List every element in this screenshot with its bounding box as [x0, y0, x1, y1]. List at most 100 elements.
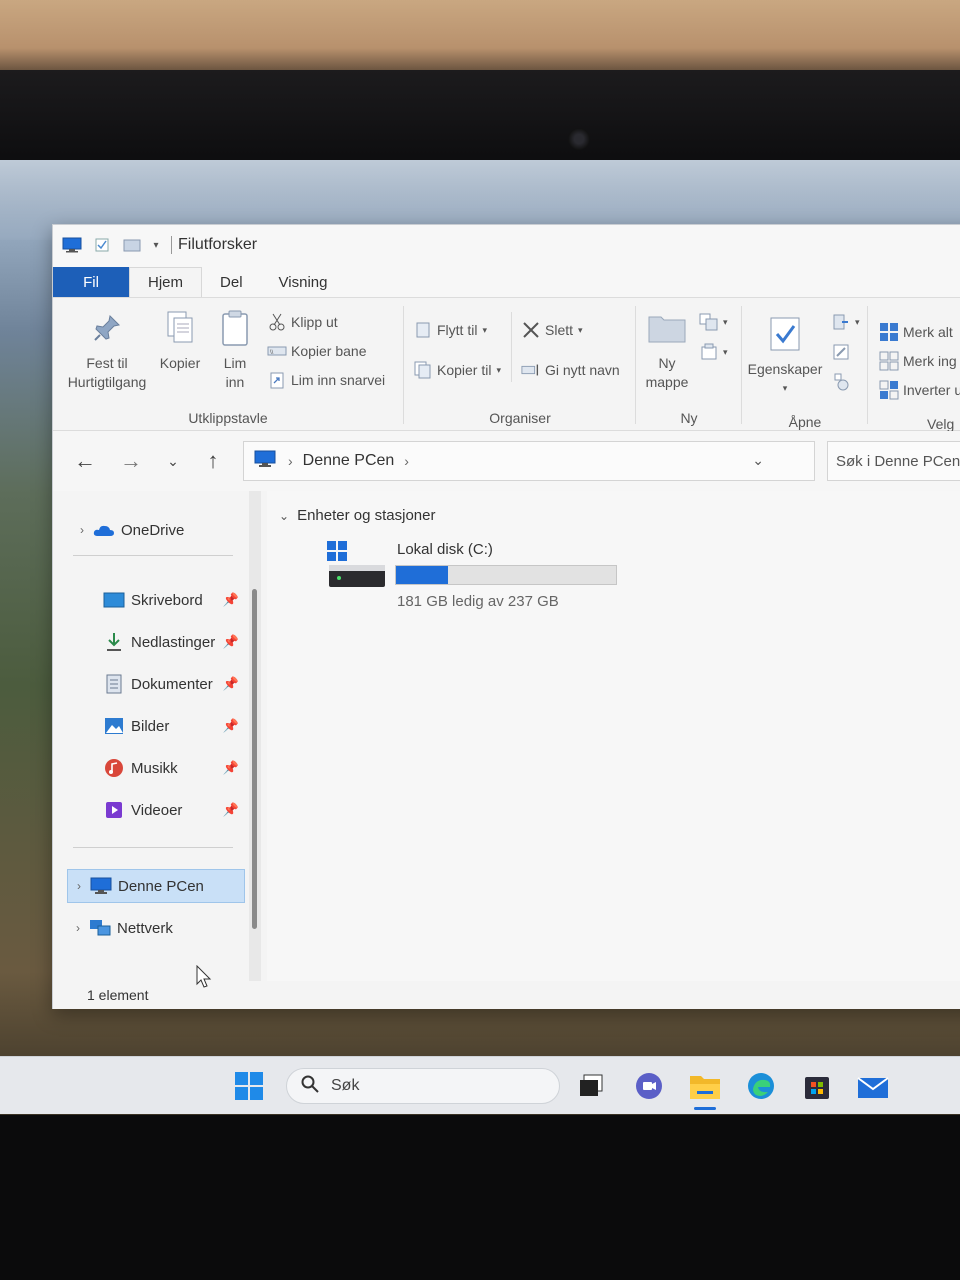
computer-icon[interactable]	[61, 236, 83, 254]
webcam	[568, 128, 590, 150]
copy-path-icon: \\	[267, 341, 287, 361]
paste-shortcut-button[interactable]: Lim inn snarvei	[267, 370, 385, 390]
copy-path-button[interactable]: \\ Kopier bane	[267, 341, 367, 361]
document-icon	[103, 674, 125, 694]
ribbon-separator	[867, 306, 868, 424]
tab-fil[interactable]: Fil	[53, 267, 129, 297]
start-windows-icon[interactable]	[232, 1069, 266, 1103]
delete-button[interactable]: Slett ▾	[521, 320, 583, 340]
edit-button[interactable]	[831, 342, 855, 362]
breadcrumb-chevron-icon[interactable]: ›	[404, 453, 409, 469]
cut-label: Klipp ut	[291, 314, 338, 330]
tab-visning[interactable]: Visning	[261, 267, 346, 297]
expand-chevron-icon[interactable]: ›	[68, 879, 90, 893]
recent-locations-chevron-icon[interactable]: ⌄	[159, 447, 187, 475]
history-button[interactable]	[831, 372, 855, 392]
paste-button[interactable]: Lim inn	[213, 308, 257, 392]
tab-del[interactable]: Del	[202, 267, 261, 297]
copy-to-dropdown-icon: ▾	[496, 364, 501, 375]
pin-icon[interactable]: 📌	[223, 760, 239, 776]
open-button[interactable]: ▾	[831, 312, 860, 332]
delete-label: Slett	[545, 322, 574, 338]
tab-hjem[interactable]: Hjem	[129, 267, 203, 297]
properties-button[interactable]: Egenskaper ▾	[743, 314, 827, 398]
mail-icon[interactable]	[856, 1069, 890, 1103]
copy-path-label: Kopier bane	[291, 343, 367, 359]
forward-arrow-icon[interactable]: →	[117, 447, 145, 475]
ribbon-separator	[741, 306, 742, 424]
rename-label: Gi nytt navn	[545, 362, 620, 378]
pin-to-quick-access-button[interactable]: Fest til Hurtigtilgang	[61, 308, 153, 392]
new-folder-icon	[647, 308, 687, 348]
scissors-icon	[267, 312, 287, 332]
breadcrumb-chevron-icon[interactable]: ›	[288, 453, 293, 469]
ribbon: Fest til Hurtigtilgang Kopier Lim inn Kl…	[53, 297, 960, 432]
sidebar-item-label: Videoer	[131, 801, 183, 819]
select-none-button[interactable]: Merk ing	[879, 351, 957, 371]
collapse-chevron-down-icon[interactable]: ⌄	[279, 509, 289, 523]
open-icon	[831, 312, 851, 332]
sidebar-item-pictures[interactable]: Bilder 📌	[53, 709, 243, 743]
drive-usage-fill	[396, 566, 448, 584]
expand-chevron-icon[interactable]: ›	[67, 921, 89, 935]
teams-chat-icon[interactable]	[632, 1069, 666, 1103]
select-all-button[interactable]: Merk alt	[879, 322, 953, 342]
breadcrumb[interactable]: Denne PCen	[303, 452, 395, 470]
drive-name: Lokal disk (C:)	[397, 541, 493, 558]
copy-label: Kopier	[159, 355, 201, 371]
pictures-icon	[103, 716, 125, 736]
search-input[interactable]: Søk i Denne PCen	[827, 441, 960, 481]
mouse-pointer-icon	[196, 964, 214, 994]
sidebar-item-documents[interactable]: Dokumenter 📌	[53, 667, 243, 701]
scrollbar-thumb[interactable]	[252, 589, 257, 929]
new-folder-quick-icon[interactable]	[121, 236, 143, 254]
back-arrow-icon[interactable]: ←	[71, 447, 99, 475]
sidebar-item-label: OneDrive	[121, 521, 185, 539]
drive-usage-bar	[395, 565, 617, 585]
nav-pane-scrollbar[interactable]	[249, 491, 261, 981]
copy-to-button[interactable]: Kopier til ▾	[413, 360, 501, 380]
drive-item-c[interactable]: Lokal disk (C:) 181 GB ledig av 237 GB	[327, 539, 687, 619]
organize-inner-separator	[511, 312, 512, 382]
address-history-chevron-down-icon[interactable]: ⌄	[752, 452, 764, 469]
move-to-button[interactable]: Flytt til ▾	[413, 320, 487, 340]
background-wall	[0, 0, 960, 80]
pin-icon[interactable]: 📌	[223, 718, 239, 734]
address-bar[interactable]: › Denne PCen › ⌄ ↻	[243, 441, 852, 481]
customize-quick-access-chevron-icon[interactable]: ▾	[151, 236, 161, 254]
copy-button[interactable]: Kopier	[153, 308, 207, 373]
task-view-icon[interactable]	[574, 1069, 608, 1103]
cut-button[interactable]: Klipp ut	[267, 312, 338, 332]
easy-access-button[interactable]: ▾	[699, 342, 728, 362]
select-group-label: Velg	[927, 416, 955, 432]
select-all-icon	[879, 322, 899, 342]
invert-selection-button[interactable]: Inverter u	[879, 380, 960, 400]
sidebar-item-downloads[interactable]: Nedlastinger 📌	[53, 625, 243, 659]
sidebar-item-label: Nedlastinger	[131, 633, 216, 651]
microsoft-store-icon[interactable]	[800, 1069, 834, 1103]
pin-label-line1: Fest til	[86, 355, 128, 371]
properties-quick-icon[interactable]	[91, 236, 113, 254]
up-arrow-icon[interactable]: ↑	[199, 447, 227, 475]
pin-icon[interactable]: 📌	[223, 634, 239, 650]
new-item-button[interactable]: ▾	[699, 312, 728, 332]
new-folder-button[interactable]: Ny mappe	[639, 308, 695, 392]
sidebar-item-this-pc[interactable]: › Denne PCen	[67, 869, 245, 903]
expand-chevron-icon[interactable]: ›	[71, 523, 93, 537]
invert-selection-label: Inverter u	[903, 382, 960, 398]
sidebar-item-music[interactable]: Musikk 📌	[53, 751, 243, 785]
rename-button[interactable]: Gi nytt navn	[521, 360, 620, 380]
pin-icon[interactable]: 📌	[223, 802, 239, 818]
sidebar-item-videos[interactable]: Videoer 📌	[53, 793, 243, 827]
pin-icon	[87, 308, 127, 348]
section-header[interactable]: ⌄ Enheter og stasjoner	[279, 507, 435, 524]
sidebar-item-onedrive[interactable]: › OneDrive	[53, 513, 243, 547]
pin-icon[interactable]: 📌	[223, 592, 239, 608]
sidebar-item-desktop[interactable]: Skrivebord 📌	[53, 583, 243, 617]
edge-browser-icon[interactable]	[744, 1069, 778, 1103]
taskbar-search-box[interactable]: Søk	[286, 1068, 560, 1104]
sidebar-item-network[interactable]: › Nettverk	[67, 911, 257, 945]
file-explorer-taskbar-icon[interactable]	[688, 1069, 722, 1103]
pin-icon[interactable]: 📌	[223, 676, 239, 692]
open-dropdown-icon: ▾	[855, 316, 860, 327]
